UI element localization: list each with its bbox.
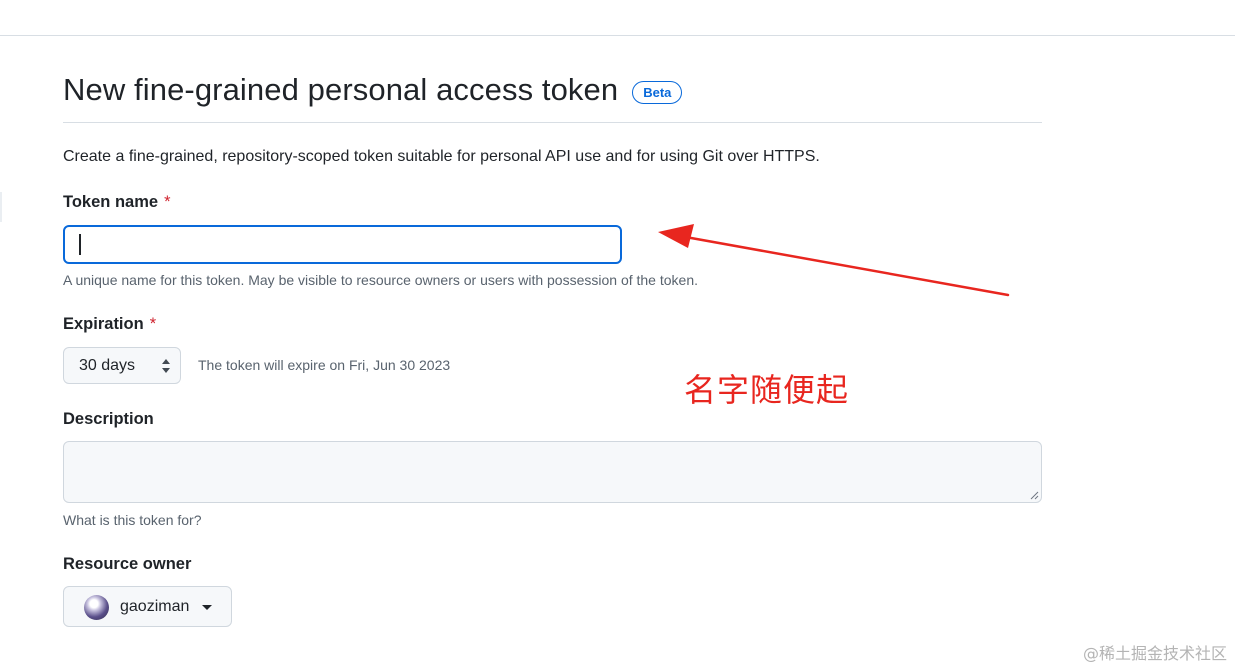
description-label: Description [63,410,154,429]
expiration-select[interactable]: 30 days [63,347,181,384]
description-label-text: Description [63,410,154,428]
resource-owner-name: gaoziman [120,598,190,615]
required-star: * [164,193,171,211]
token-name-input[interactable] [63,225,622,264]
expiration-note: The token will expire on Fri, Jun 30 202… [198,357,451,373]
annotation-text: 名字随便起 [684,371,850,409]
expiration-label: Expiration * [63,315,156,334]
resource-owner-label-text: Resource owner [63,555,192,573]
left-edge-mark [0,192,2,222]
top-divider [0,35,1235,36]
description-textarea[interactable] [63,441,1042,503]
token-name-label-text: Token name [63,193,159,211]
resize-handle-icon[interactable] [1029,490,1039,500]
expiration-selected-value: 30 days [79,357,136,374]
avatar [84,595,109,620]
intro-text: Create a fine-grained, repository-scoped… [63,148,820,165]
expiration-label-text: Expiration [63,315,144,333]
page: New fine-grained personal access token B… [0,0,1235,667]
resource-owner-select[interactable]: gaoziman [63,586,232,627]
token-name-label: Token name * [63,193,170,212]
token-name-hint: A unique name for this token. May be vis… [63,272,698,288]
select-updown-icon [162,359,170,373]
title-divider [63,122,1042,123]
beta-badge: Beta [632,80,683,104]
watermark: @稀土掘金技术社区 [1082,644,1227,663]
required-star: * [149,315,157,333]
caret-down-icon [202,605,212,610]
annotation-arrow [658,224,1010,297]
resource-owner-label: Resource owner [63,555,191,574]
page-title: New fine-grained personal access token [63,72,619,107]
title-row: New fine-grained personal access token B… [63,72,683,108]
description-hint: What is this token for? [63,512,202,528]
text-cursor [79,234,81,255]
